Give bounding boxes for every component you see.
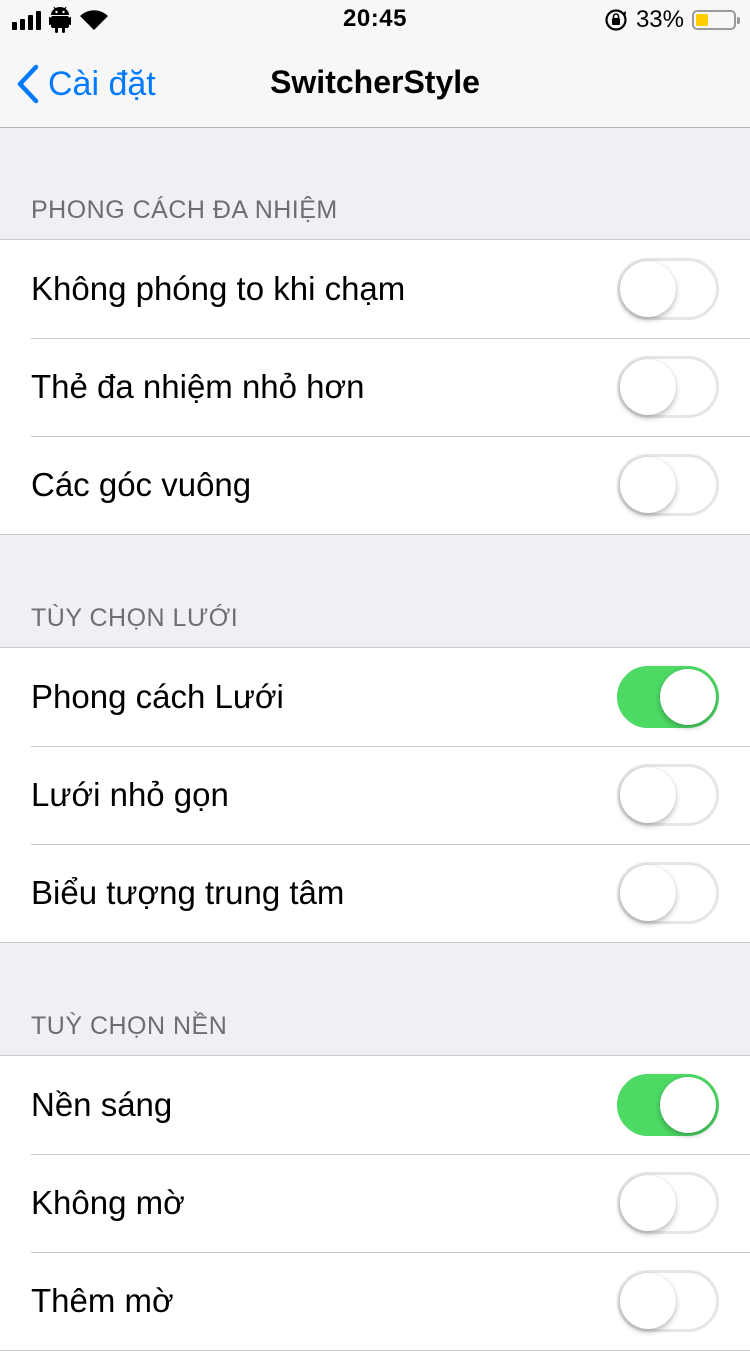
chevron-left-icon: [17, 64, 39, 104]
setting-row: Phong cách Lưới: [0, 648, 750, 746]
toggle-switch[interactable]: [617, 764, 719, 826]
setting-label: Các góc vuông: [31, 466, 252, 503]
setting-row: Không mờ: [0, 1154, 750, 1252]
toggle-knob: [620, 457, 676, 513]
settings-group-multitask-style: Không phóng to khi chạm Thẻ đa nhiệm nhỏ…: [0, 239, 750, 535]
setting-row: Lưới nhỏ gọn: [0, 746, 750, 844]
battery-percent: 33%: [635, 6, 684, 33]
status-bar: 20:45 33%: [0, 0, 750, 40]
setting-label: Thẻ đa nhiệm nhỏ hơn: [31, 368, 365, 405]
toggle-knob: [620, 261, 676, 317]
settings-list: PHONG CÁCH ĐA NHIỆM Không phóng to khi c…: [0, 128, 750, 1351]
toggle-knob: [620, 359, 676, 415]
toggle-knob: [620, 865, 676, 921]
toggle-switch[interactable]: [617, 258, 719, 320]
status-right: 33%: [604, 6, 740, 34]
section-header-grid-options: TÙY CHỌN LƯỚI: [31, 604, 239, 632]
battery-icon: [692, 10, 740, 30]
toggle-switch[interactable]: [617, 862, 719, 924]
section-header-multitask-style: PHONG CÁCH ĐA NHIỆM: [31, 196, 338, 224]
setting-row: Các góc vuông: [0, 436, 750, 534]
setting-row: Thêm mờ: [0, 1252, 750, 1350]
toggle-switch[interactable]: [617, 1172, 719, 1234]
setting-label: Biểu tượng trung tâm: [31, 874, 345, 911]
setting-row: Thẻ đa nhiệm nhỏ hơn: [0, 338, 750, 436]
settings-group-grid-options: Phong cách Lưới Lưới nhỏ gọn Biểu tượng …: [0, 647, 750, 943]
setting-label: Lưới nhỏ gọn: [31, 776, 229, 813]
navigation-bar: Cài đặt SwitcherStyle: [0, 40, 750, 128]
toggle-switch[interactable]: [617, 1074, 719, 1136]
setting-label: Thêm mờ: [31, 1282, 174, 1319]
setting-row: Nền sáng: [0, 1056, 750, 1154]
back-button-label: Cài đặt: [48, 64, 156, 103]
toggle-switch[interactable]: [617, 1270, 719, 1332]
toggle-switch[interactable]: [617, 666, 719, 728]
toggle-switch[interactable]: [617, 356, 719, 418]
settings-group-background-options: Nền sáng Không mờ Thêm mờ: [0, 1055, 750, 1351]
battery-level: [696, 14, 708, 26]
setting-label: Không phóng to khi chạm: [31, 270, 406, 307]
setting-label: Phong cách Lưới: [31, 678, 284, 715]
setting-label: Nền sáng: [31, 1086, 173, 1123]
setting-row: Biểu tượng trung tâm: [0, 844, 750, 942]
back-button[interactable]: Cài đặt: [16, 62, 156, 106]
toggle-knob: [660, 669, 716, 725]
toggle-switch[interactable]: [617, 454, 719, 516]
section-header-background-options: TUỲ CHỌN NỀN: [31, 1012, 228, 1040]
setting-row: Không phóng to khi chạm: [0, 240, 750, 338]
rotation-lock-icon: [605, 9, 627, 31]
toggle-knob: [660, 1077, 716, 1133]
toggle-knob: [620, 767, 676, 823]
toggle-knob: [620, 1175, 676, 1231]
setting-label: Không mờ: [31, 1184, 185, 1221]
toggle-knob: [620, 1273, 676, 1329]
